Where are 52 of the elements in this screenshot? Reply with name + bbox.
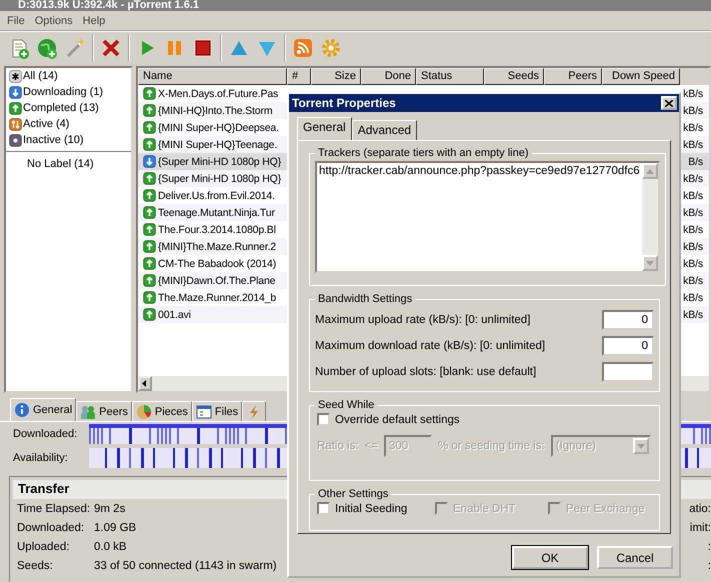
group-title: Trackers (separate tiers with an empty line)	[317, 147, 530, 159]
down-speed: kB/s	[683, 88, 703, 100]
field-label: <=	[364, 440, 378, 452]
down-speed: kB/s	[683, 308, 703, 320]
field-label: atio:	[689, 502, 711, 514]
field-label: Seeds:	[17, 560, 54, 572]
window-title: D:3013.9k U:392.4k - µTorrent 1.6.1	[0, 0, 711, 11]
bar-label: Availability:	[13, 452, 69, 464]
down-speed: kB/s	[683, 240, 703, 252]
field-label: Maximum upload rate (kB/s): [0: unlimited]	[315, 314, 530, 326]
field-label: :	[708, 540, 711, 552]
field-value: 0.0 kB	[94, 540, 127, 552]
field-label: Time Elapsed:	[17, 502, 92, 514]
torrent-name: {MINI}Dawn.Of.The.Plane	[158, 274, 276, 286]
torrent-name: X-Men.Days.of.Future.Pas	[158, 88, 280, 100]
field-value: 9m 2s	[94, 502, 126, 514]
torrent-name: {Super Mini-HD 1080p HQ}	[158, 172, 282, 184]
torrent-name: {MINI Super-HQ}Deepsea.	[158, 122, 280, 134]
down-speed: B/s	[688, 156, 703, 168]
down-speed: kB/s	[683, 206, 703, 218]
field-label: :	[708, 560, 711, 572]
torrent-name: {MINI-HQ}Into.The.Storm	[158, 104, 274, 116]
down-speed: kB/s	[683, 122, 703, 134]
torrent-name: {MINI}The.Maze.Runner.2	[158, 240, 277, 252]
torrent-name: Teenage.Mutant.Ninja.Tur	[158, 206, 276, 218]
down-speed: kB/s	[683, 274, 703, 286]
down-speed: kB/s	[683, 190, 703, 202]
torrent-name: {Super Mini-HD 1080p HQ}	[158, 156, 282, 168]
down-speed: kB/s	[683, 104, 703, 116]
torrent-name: 001.avi	[158, 308, 192, 320]
field-value: 1.09 GB	[94, 522, 136, 534]
field-label: imit:	[690, 522, 711, 534]
torrent-name: CM-The Babadook (2014)	[158, 258, 278, 270]
group-title: Seed While	[317, 399, 376, 411]
group-title: Bandwidth Settings	[317, 293, 414, 305]
dialog-title: Torrent Properties	[289, 94, 679, 112]
torrent-name: The.Maze.Runner.2014_b	[158, 292, 278, 304]
torrent-name: The.Four.3.2014.1080p.Bl	[158, 224, 277, 236]
torrent-name: {MINI Super-HQ}Teenage.	[158, 138, 278, 150]
field-label: Maximum download rate (kB/s): [0: unlimited]	[315, 340, 546, 352]
field-value: 33 of 50 connected (1143 in swarm)	[94, 560, 277, 572]
field-label: Number of upload slots: [blank: use default]	[315, 366, 536, 378]
down-speed: kB/s	[683, 138, 703, 150]
group-title: Other Settings	[317, 488, 390, 500]
field-label: Downloaded:	[17, 522, 86, 534]
down-speed: kB/s	[683, 292, 703, 304]
down-speed: kB/s	[683, 258, 703, 270]
field-label: Uploaded:	[17, 540, 70, 552]
down-speed: kB/s	[683, 224, 703, 236]
down-speed: kB/s	[683, 172, 703, 184]
torrent-name: Deliver.Us.from.Evil.2014.	[158, 190, 276, 202]
bar-label: Downloaded:	[13, 428, 78, 440]
